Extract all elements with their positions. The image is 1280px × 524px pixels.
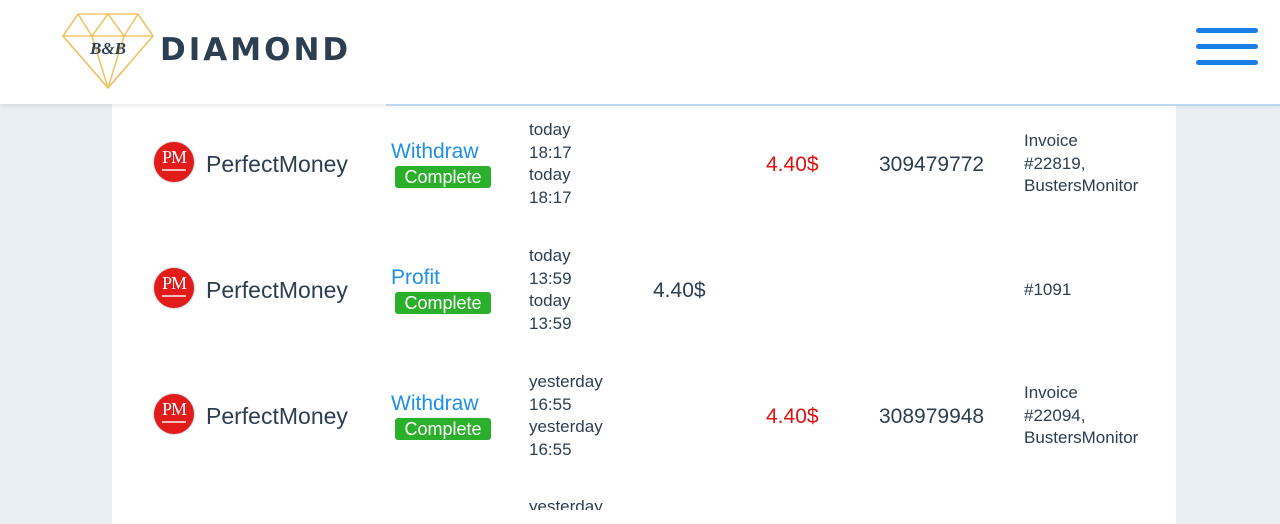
transaction-type-link[interactable]: Withdraw: [391, 392, 479, 416]
transaction-date: today 18:17 today 18:17: [529, 120, 572, 207]
transaction-type-link[interactable]: Profit: [391, 266, 440, 290]
batch-number: 309479772: [879, 153, 985, 176]
perfectmoney-logo-icon: PM: [154, 268, 194, 308]
transaction-memo: #1091: [1024, 280, 1072, 299]
status-badge: Complete: [395, 292, 491, 314]
perfectmoney-logo-icon: PM: [154, 394, 194, 434]
table-row: PM PerfectMoney Profit Complete today 13…: [112, 236, 1176, 346]
transaction-date: today 13:59 today 13:59: [529, 246, 572, 333]
amount-in: 4.40$: [653, 279, 706, 302]
payment-system-name: PerfectMoney: [206, 277, 348, 303]
perfectmoney-logo-icon: PM: [154, 142, 194, 182]
amount-out: 4.40$: [766, 153, 819, 176]
diamond-logo-icon[interactable]: B&B: [62, 12, 154, 90]
table-row: PM PerfectMoney Withdraw Complete yester…: [112, 362, 1176, 472]
batch-number: 308979948: [879, 405, 985, 428]
payment-system-name: PerfectMoney: [206, 151, 348, 177]
table-row: PM PerfectMoney Withdraw Complete today …: [112, 110, 1176, 220]
transaction-memo: Invoice #22094, BustersMonitor: [1024, 383, 1139, 447]
transaction-memo: Invoice #22819, BustersMonitor: [1024, 131, 1139, 195]
logo-text[interactable]: DIAMOND: [160, 32, 351, 68]
transaction-date: yesterday 16:55 yesterday 16:55: [529, 372, 603, 459]
divider: [386, 104, 1280, 106]
transaction-date: yesterday: [529, 497, 603, 510]
payment-system-name: PerfectMoney: [206, 403, 348, 429]
site-header: B&B DIAMOND: [0, 0, 1280, 104]
logo-monogram: B&B: [89, 39, 126, 58]
status-badge: Complete: [395, 418, 491, 440]
amount-out: 4.40$: [766, 405, 819, 428]
transaction-type-link[interactable]: Withdraw: [391, 140, 479, 164]
table-row: yesterday: [112, 488, 1176, 510]
hamburger-menu-icon[interactable]: [1196, 26, 1258, 68]
status-badge: Complete: [395, 166, 491, 188]
